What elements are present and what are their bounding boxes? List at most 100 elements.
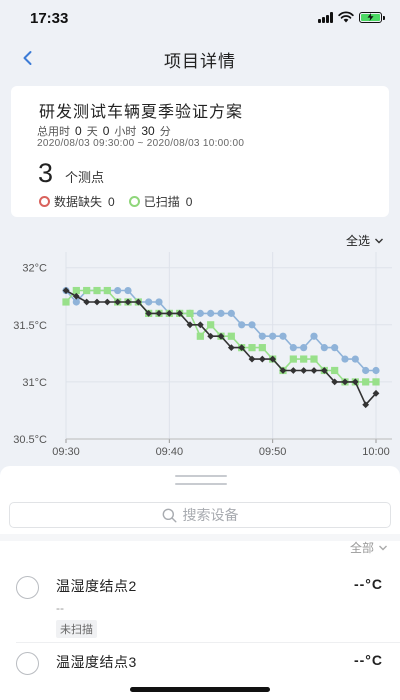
cellular-signal-icon — [318, 11, 333, 23]
data-point — [248, 321, 256, 329]
status-time: 17:33 — [30, 10, 69, 27]
data-point — [300, 344, 308, 352]
hours-value: 0 — [102, 124, 110, 138]
missing-data-label: 数据缺失 — [54, 195, 103, 209]
data-point — [300, 355, 308, 363]
device-list-sheet: 搜索设备 全部 温湿度结点2 --°C -- 未扫描 温湿度结点3 --°C — [0, 466, 400, 700]
total-time: 总用时 0 天 0 小时 30 分 — [37, 123, 171, 139]
data-point — [207, 309, 215, 317]
point-count-label: 个测点 — [65, 170, 105, 185]
data-point — [114, 286, 122, 295]
missing-data-count: 0 — [108, 194, 115, 209]
data-point — [227, 309, 235, 317]
sheet-drag-handle[interactable] — [175, 475, 227, 477]
data-point — [196, 332, 204, 340]
node-temperature: --°C — [353, 652, 383, 668]
data-point — [320, 344, 328, 352]
data-point — [103, 298, 111, 306]
data-point — [258, 344, 266, 352]
data-point — [217, 309, 225, 317]
status-bar: 17:33 — [0, 0, 400, 38]
node-humidity: -- — [56, 601, 64, 615]
y-tick-label: 30.5°C — [13, 434, 47, 446]
data-point — [124, 286, 132, 295]
x-tick-label: 10:00 — [362, 446, 390, 458]
list-item[interactable]: 温湿度结点2 --°C -- 未扫描 — [0, 566, 400, 642]
node-temperature: --°C — [353, 576, 383, 592]
y-tick-label: 31°C — [22, 377, 47, 389]
y-tick-label: 31.5°C — [13, 320, 47, 332]
data-point — [196, 309, 204, 317]
select-radio[interactable] — [16, 652, 39, 675]
scan-status-badge: 未扫描 — [56, 620, 97, 638]
data-point — [331, 344, 339, 352]
temperature-chart-area: 32°C 31.5°C 31°C 30.5°C 09:30 09:40 09:50 10:00… — [0, 224, 400, 464]
data-point — [238, 321, 246, 329]
section-divider — [0, 534, 400, 541]
point-count: 3 个测点 — [38, 158, 104, 189]
battery-icon — [359, 11, 385, 23]
data-point — [362, 366, 370, 375]
data-point — [186, 309, 194, 317]
x-tick-label: 09:30 — [52, 446, 80, 458]
data-point — [372, 366, 380, 375]
node-name: 温湿度结点2 — [56, 578, 137, 594]
time-range: 2020/08/03 09:30:00 ~ 2020/08/03 10:00:0… — [37, 138, 245, 149]
chevron-down-icon — [375, 238, 383, 243]
home-indicator — [130, 687, 270, 692]
missing-data-ring-icon — [39, 196, 50, 207]
search-icon — [162, 508, 176, 522]
scanned-count: 0 — [185, 194, 193, 209]
point-count-value: 3 — [38, 158, 54, 188]
data-point — [300, 367, 308, 374]
data-point — [289, 344, 297, 352]
data-point — [269, 332, 277, 340]
nav-bar: 项目详情 — [0, 38, 400, 78]
y-tick-label: 32°C — [22, 263, 47, 275]
filter-label: 全部 — [349, 541, 374, 555]
data-point — [351, 355, 359, 363]
data-point — [248, 344, 256, 352]
node-name: 温湿度结点3 — [56, 654, 137, 670]
scanned-label: 已扫描 — [143, 195, 180, 209]
data-point — [310, 332, 318, 340]
data-point — [83, 286, 91, 295]
total-time-label: 总用时 — [37, 126, 70, 138]
chevron-down-icon — [379, 545, 387, 550]
sheet-drag-handle-line — [175, 483, 227, 485]
status-icons — [318, 11, 385, 23]
select-all-label: 全选 — [345, 234, 370, 248]
select-radio[interactable] — [16, 576, 39, 599]
x-tick-label: 09:50 — [259, 446, 287, 458]
data-point — [62, 298, 70, 306]
scanned-ring-icon — [128, 196, 140, 207]
data-point — [289, 367, 297, 374]
data-point — [258, 332, 266, 340]
data-point — [103, 286, 111, 295]
data-point — [145, 298, 153, 306]
data-point — [289, 355, 297, 363]
hours-unit: 小时 — [114, 126, 137, 138]
wifi-icon — [338, 11, 354, 23]
data-point — [362, 378, 370, 386]
project-title: 研发测试车辆夏季验证方案 — [39, 104, 244, 121]
page-title: 项目详情 — [164, 52, 236, 71]
data-point — [279, 332, 287, 340]
data-point — [155, 298, 163, 306]
data-point — [331, 366, 339, 375]
data-point — [372, 378, 380, 386]
data-point — [207, 321, 215, 329]
data-point — [341, 355, 349, 363]
temperature-chart[interactable]: 32°C 31.5°C 31°C 30.5°C 09:30 09:40 09:50 10:00 — [0, 224, 400, 464]
status-legend: 数据缺失 0 已扫描 0 — [39, 193, 206, 210]
data-point — [93, 286, 101, 295]
filter-dropdown[interactable]: 全部 — [350, 539, 388, 556]
minutes-value: 30 — [141, 124, 155, 138]
search-input[interactable]: 搜索设备 — [9, 502, 391, 528]
minutes-unit: 分 — [159, 126, 171, 138]
select-all-dropdown[interactable]: 全选 — [346, 232, 384, 249]
project-summary-card: 研发测试车辆夏季验证方案 总用时 0 天 0 小时 30 分 2020/08/0… — [11, 86, 389, 217]
data-point — [227, 332, 235, 340]
days-value: 0 — [75, 124, 82, 138]
data-point — [310, 355, 318, 363]
